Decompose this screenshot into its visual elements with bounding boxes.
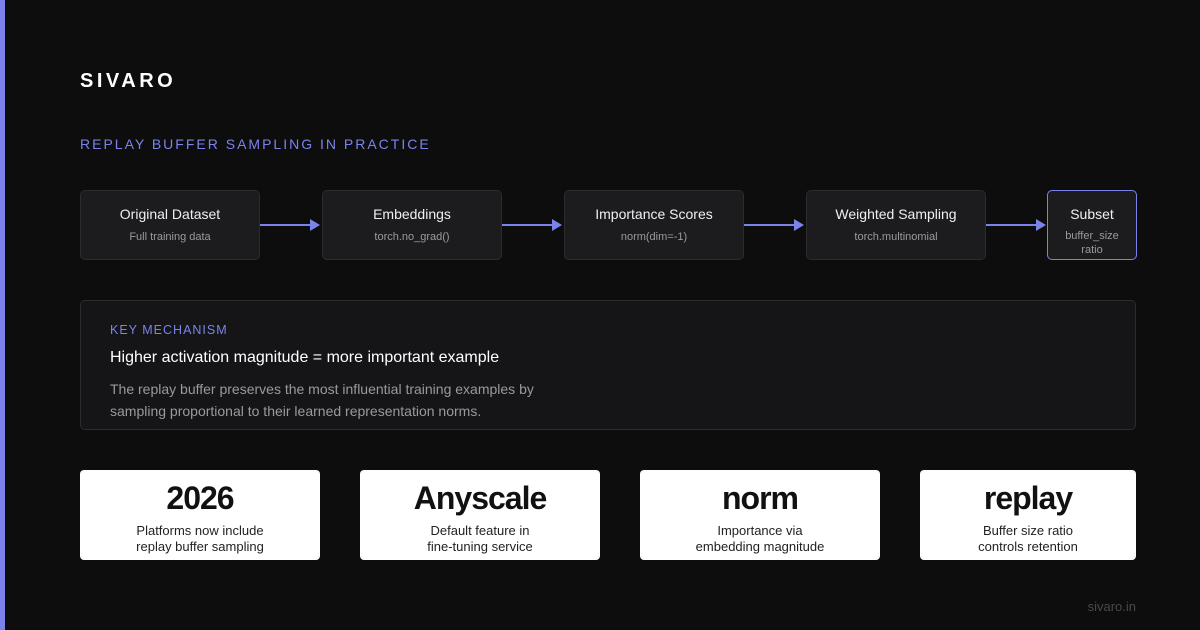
step-subtitle: norm(dim=-1) [620, 231, 688, 243]
stat-card: Anyscale Default feature in fine-tuning … [360, 470, 600, 560]
step-embeddings: Embeddings torch.no_grad() [322, 190, 502, 260]
step-weighted-sampling: Weighted Sampling torch.multinomial [806, 190, 986, 260]
stat-card: 2026 Platforms now include replay buffer… [80, 470, 320, 560]
accent-bar [0, 0, 5, 630]
section-title: REPLAY BUFFER SAMPLING IN PRACTICE [80, 136, 431, 152]
step-title: Weighted Sampling [835, 206, 957, 222]
step-subtitle: Full training data [129, 231, 211, 243]
stat-card: norm Importance via embedding magnitude [640, 470, 880, 560]
step-subset: Subset buffer_size ratio [1047, 190, 1137, 260]
stat-caption-line: Platforms now include [136, 523, 264, 538]
stat-value: norm [722, 480, 799, 516]
step-original-dataset: Original Dataset Full training data [80, 190, 260, 260]
stat-value: 2026 [166, 480, 234, 516]
mechanism-description: The replay buffer preserves the most inf… [110, 381, 534, 419]
stat-card: replay Buffer size ratio controls retent… [920, 470, 1136, 560]
step-subtitle-line: ratio [1081, 244, 1103, 256]
stat-caption-line: Default feature in [430, 523, 530, 538]
step-title: Subset [1070, 206, 1114, 222]
stat-caption-line: controls retention [978, 539, 1078, 554]
step-subtitle: buffer_size ratio [1048, 229, 1136, 257]
flow-arrow [986, 219, 1046, 231]
stat-caption: Platforms now include replay buffer samp… [80, 523, 320, 555]
mechanism-kicker: KEY MECHANISM [110, 323, 228, 337]
stat-caption-line: embedding magnitude [695, 539, 825, 554]
step-subtitle-line: buffer_size [1065, 230, 1119, 242]
stat-caption-line: Importance via [717, 523, 803, 538]
stat-caption-line: replay buffer sampling [136, 539, 264, 554]
key-mechanism-card: KEY MECHANISM Higher activation magnitud… [80, 300, 1136, 430]
stat-value: replay [983, 480, 1073, 516]
stat-caption: Default feature in fine-tuning service [360, 523, 600, 555]
stat-caption-line: Buffer size ratio [982, 523, 1074, 538]
step-subtitle: torch.no_grad() [374, 231, 450, 243]
step-subtitle: torch.multinomial [854, 231, 938, 243]
flow-arrow [744, 219, 804, 231]
flow-arrow [502, 219, 562, 231]
mechanism-headline: Higher activation magnitude = more impor… [110, 349, 500, 366]
footer-link[interactable]: sivaro.in [1088, 599, 1136, 614]
step-title: Importance Scores [595, 206, 713, 222]
step-title: Original Dataset [119, 206, 221, 222]
step-importance-scores: Importance Scores norm(dim=-1) [564, 190, 744, 260]
stat-caption: Buffer size ratio controls retention [920, 523, 1136, 555]
brand-logo: SIVARO [80, 70, 177, 92]
flow-arrow [260, 219, 320, 231]
step-title: Embeddings [373, 206, 451, 222]
stat-caption: Importance via embedding magnitude [640, 523, 880, 555]
stat-value: Anyscale [413, 480, 548, 516]
stat-caption-line: fine-tuning service [427, 539, 533, 554]
